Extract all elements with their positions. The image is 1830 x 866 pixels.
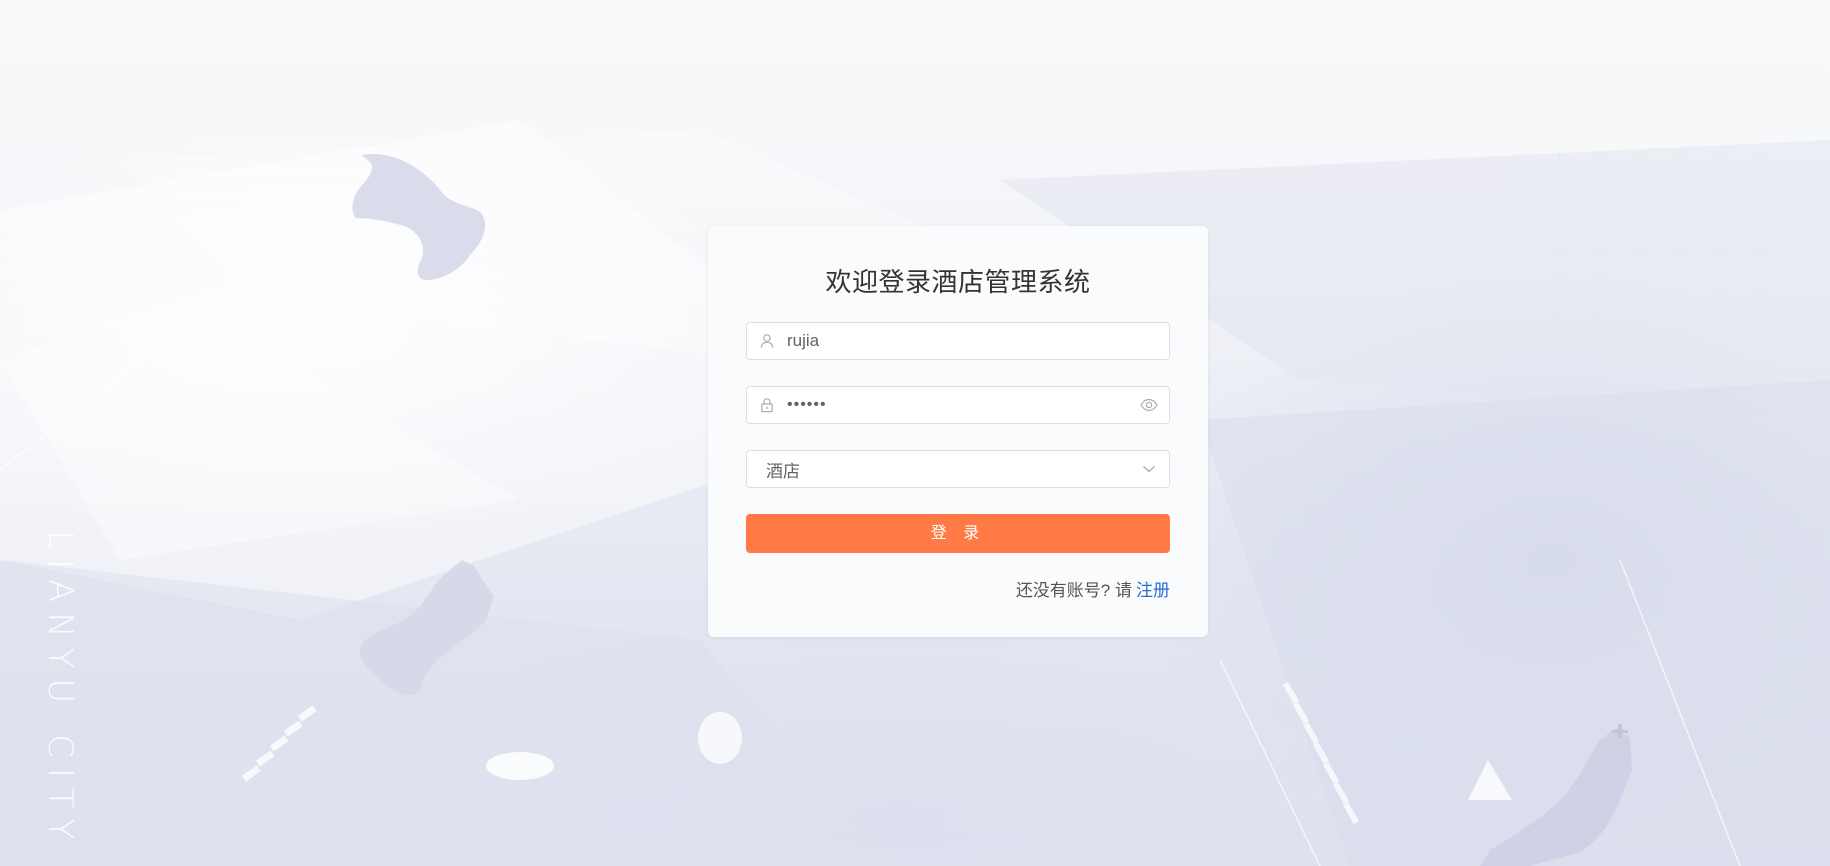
password-field[interactable]: •••••• [746, 386, 1170, 424]
hotel-select-value: 酒店 [766, 461, 800, 481]
login-button[interactable]: 登 录 [746, 514, 1170, 553]
user-icon [747, 322, 787, 360]
login-card: 欢迎登录酒店管理系统 rujia •••••• 酒店 登 录 还没有账号? 请 … [708, 226, 1208, 637]
hotel-select[interactable]: 酒店 [746, 450, 1170, 488]
background-vertical-text: LIANYU CITY [40, 530, 80, 850]
register-prompt: 还没有账号? 请 [1015, 581, 1132, 600]
username-field[interactable]: rujia [746, 322, 1170, 360]
register-row: 还没有账号? 请注册 [1016, 576, 1170, 601]
register-link[interactable]: 注册 [1136, 581, 1170, 600]
chevron-down-icon[interactable] [1129, 450, 1169, 488]
page-title: 欢迎登录酒店管理系统 [825, 267, 1091, 297]
lock-icon [747, 386, 787, 424]
eye-icon[interactable] [1129, 386, 1169, 424]
username-input[interactable]: rujia [787, 331, 1169, 351]
password-input[interactable]: •••••• [787, 396, 1129, 414]
